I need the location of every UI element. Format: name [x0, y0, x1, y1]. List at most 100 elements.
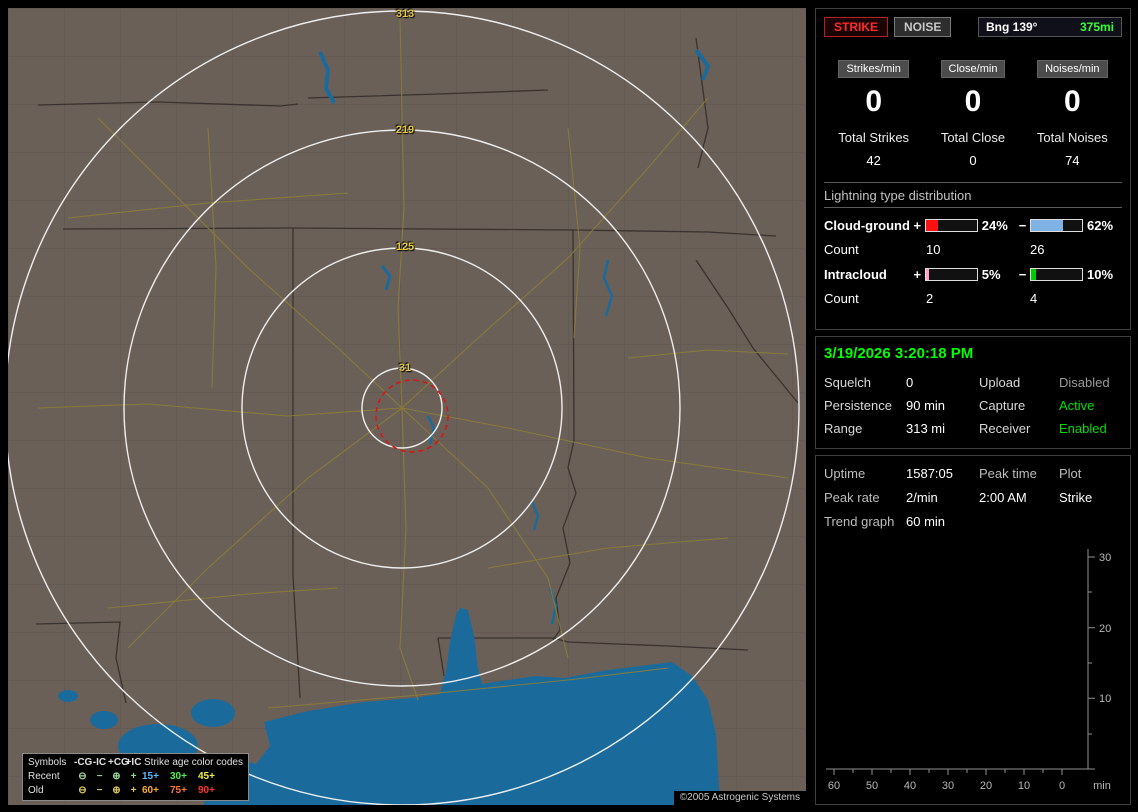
close-per-min-chip: Close/min: [940, 60, 1006, 78]
noise-toggle-button[interactable]: NOISE: [894, 17, 952, 37]
upload-label: Upload: [979, 375, 1021, 390]
receiver-label: Receiver: [979, 421, 1031, 436]
strike-legend: Symbols -CG -IC +CG +IC Strike age color…: [22, 753, 249, 801]
uptime-value: 1587:05: [906, 466, 953, 481]
close-per-min-value: 0: [964, 85, 982, 118]
intracloud-count-row: Count 2 4: [824, 291, 1122, 306]
range-value: 313 mi: [906, 421, 946, 436]
svg-text:20: 20: [980, 780, 992, 792]
map-canvas[interactable]: 313 219 125 31 Symbols -CG -IC +CG +IC S…: [8, 8, 806, 805]
ic-positive-pct: 5%: [981, 267, 1001, 282]
neg-ic-old-icon: −: [96, 785, 103, 796]
range-ring-label: 31: [398, 362, 412, 374]
legend-col-neg-ic: -IC: [92, 757, 107, 768]
strikes-per-min-chip: Strikes/min: [838, 60, 909, 78]
pos-ic-old-icon: +: [130, 785, 137, 796]
cloud-ground-row: Cloud-ground + 24% − 62%: [824, 218, 1122, 233]
svg-text:30: 30: [942, 780, 954, 792]
pos-cg-old-icon: ⊕: [112, 785, 121, 796]
range-label: Range: [824, 421, 863, 436]
intracloud-label: Intracloud: [824, 267, 887, 282]
status-panel: 3/19/2026 3:20:18 PM Squelch 0 Upload Di…: [815, 336, 1131, 449]
ic-negative-bar: [1030, 268, 1083, 281]
datetime-readout: 3/19/2026 3:20:18 PM: [824, 345, 974, 362]
peak-time-label: Peak time: [979, 466, 1037, 481]
cg-negative-pct: 62%: [1086, 218, 1114, 233]
svg-text:50: 50: [866, 780, 878, 792]
trend-graph-canvas: 30 20 10 60 50 40 30 20 10 0 min: [826, 549, 1111, 792]
cg-negative-bar: [1030, 219, 1083, 232]
trend-x-unit: min: [1093, 780, 1111, 792]
noises-per-min-chip: Noises/min: [1037, 60, 1108, 78]
svg-text:60: 60: [828, 780, 840, 792]
cg-positive-bar: [925, 219, 978, 232]
persistence-value: 90 min: [906, 398, 946, 413]
total-close-label: Total Close: [940, 130, 1006, 145]
cg-negative-count: 26: [1030, 242, 1045, 257]
range-ring-label: 125: [395, 241, 415, 253]
svg-text:10: 10: [1099, 693, 1111, 705]
peak-rate-label: Peak rate: [824, 490, 880, 505]
capture-label: Capture: [979, 398, 1026, 413]
minus-sign: −: [1018, 218, 1027, 233]
legend-old-label: Old: [28, 785, 44, 796]
total-noises-label: Total Noises: [1036, 130, 1108, 145]
cloud-ground-count-row: Count 10 26: [824, 242, 1122, 257]
stats-panel: Uptime 1587:05 Peak time Plot Peak rate …: [815, 455, 1131, 805]
peak-time-value: 2:00 AM: [979, 490, 1027, 505]
cloud-ground-label: Cloud-ground: [824, 218, 910, 233]
legend-col-pos-ic: +IC: [125, 757, 142, 768]
trend-graph-window: 60 min: [906, 514, 946, 529]
svg-text:0: 0: [1059, 780, 1065, 792]
strike-toggle-button[interactable]: STRIKE: [824, 17, 889, 37]
pos-cg-recent-icon: ⊕: [112, 771, 121, 782]
cg-positive-count: 10: [926, 242, 941, 257]
ic-negative-count: 4: [1030, 291, 1038, 306]
plot-label: Plot: [1059, 466, 1082, 481]
strikes-per-min-value: 0: [865, 85, 882, 118]
legend-header-row: Symbols -CG -IC +CG +IC Strike age color…: [28, 756, 243, 770]
ic-positive-count: 2: [926, 291, 934, 306]
squelch-value: 0: [906, 375, 914, 390]
legend-age-header: Strike age color codes: [144, 757, 243, 768]
legend-col-neg-cg: -CG: [74, 757, 93, 768]
upload-status: Disabled: [1059, 375, 1110, 390]
trend-x-tick-labels: 60 50 40 30 20 10 0 min: [828, 780, 1111, 792]
count-label: Count: [824, 242, 859, 257]
neg-ic-recent-icon: −: [96, 771, 103, 782]
age-code-15: 15+: [142, 771, 159, 782]
trend-y-tick-labels: 30 20 10: [1099, 552, 1111, 705]
svg-text:20: 20: [1099, 623, 1111, 635]
trend-graph: 30 20 10 60 50 40 30 20 10 0 min: [824, 541, 1122, 802]
squelch-label: Squelch: [824, 375, 871, 390]
total-close-value: 0: [969, 153, 977, 168]
cg-positive-pct: 24%: [981, 218, 1008, 233]
range-ring-label: 313: [395, 8, 415, 20]
plus-sign: +: [913, 218, 922, 233]
bearing-readout: Bng 139° 375mi: [978, 17, 1122, 37]
distribution-header: Lightning type distribution: [824, 183, 1122, 208]
bearing-value: Bng 139°: [986, 20, 1038, 34]
age-code-45: 45+: [198, 771, 215, 782]
copyright-text: ©2005 Astrogenic Systems: [673, 791, 806, 805]
svg-text:40: 40: [904, 780, 916, 792]
total-noises-value: 74: [1065, 153, 1080, 168]
total-strikes-label: Total Strikes: [838, 130, 910, 145]
bearing-range-value: 375mi: [1079, 20, 1114, 34]
ic-negative-bar-fill: [1031, 269, 1037, 280]
age-code-75: 75+: [170, 785, 187, 796]
noises-per-min-value: 0: [1063, 85, 1081, 118]
capture-status: Active: [1059, 398, 1095, 413]
uptime-label: Uptime: [824, 466, 866, 481]
legend-recent-row: Recent ⊖ − ⊕ + 15+ 30+ 45+: [28, 770, 243, 784]
svg-text:30: 30: [1099, 552, 1111, 564]
trend-graph-label: Trend graph: [824, 514, 895, 529]
neg-cg-old-icon: ⊖: [78, 785, 87, 796]
legend-symbols-header: Symbols: [28, 757, 67, 768]
cg-positive-bar-fill: [926, 220, 939, 231]
lightning-distribution-section: Lightning type distribution Cloud-ground…: [824, 182, 1122, 306]
counters-panel: STRIKE NOISE Bng 139° 375mi Strikes/min …: [815, 8, 1131, 330]
age-code-30: 30+: [170, 771, 187, 782]
legend-col-pos-cg: +CG: [108, 757, 129, 768]
plot-mode-value: Strike: [1059, 490, 1093, 505]
